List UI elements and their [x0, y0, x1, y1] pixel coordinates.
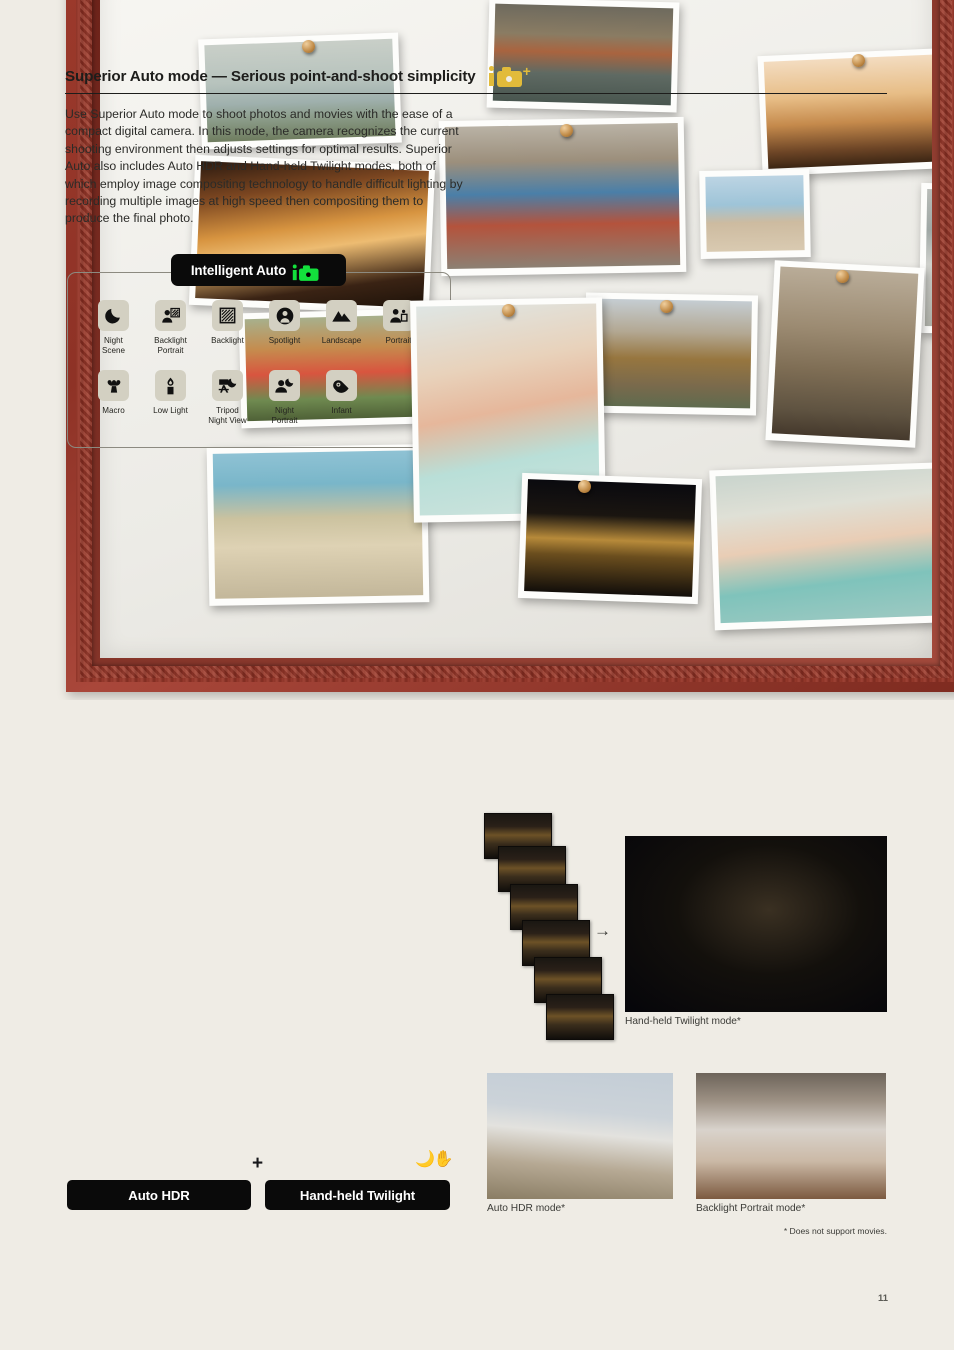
- scene-label: Portrait: [385, 336, 412, 345]
- pushpin: [852, 54, 865, 67]
- hand-held-twilight-label: Hand-held Twilight: [299, 1187, 416, 1203]
- scene-label: Low Light: [153, 406, 188, 415]
- auto-hdr-button[interactable]: Auto HDR: [67, 1180, 251, 1210]
- pushpin: [302, 40, 315, 53]
- scene-label: Infant: [331, 406, 352, 415]
- intelligent-auto-badge-label: Intelligent Auto: [190, 262, 287, 278]
- photo-image: [444, 122, 681, 270]
- hand-held-twilight-caption: Hand-held Twilight mode*: [625, 1016, 741, 1027]
- scene-backlight-portrait: Backlight Portrait: [142, 300, 199, 356]
- scene-row-1: Night Scene Backlight Portrait Backlight…: [85, 300, 435, 356]
- intelligent-auto-icon: +: [292, 263, 319, 281]
- page-number: 11: [878, 1292, 888, 1303]
- moon-hand-icon: 🌙✋: [415, 1151, 454, 1168]
- backlight-portrait-icon: [155, 300, 186, 331]
- spotlight-icon: [269, 300, 300, 331]
- scene-backlight: Backlight: [199, 300, 256, 356]
- photo-image: [705, 175, 805, 252]
- scene-night-scene: Night Scene: [85, 300, 142, 356]
- photo-tuk-tuk-street-market: [438, 116, 687, 277]
- photo-image: [524, 479, 696, 597]
- photo-image: [492, 3, 674, 106]
- photo-longtail-boats: [486, 0, 680, 113]
- moon-icon: [98, 300, 129, 331]
- mountains-icon: [326, 300, 357, 331]
- scene-row-2: Macro Low Light Tripod Night View Night …: [85, 370, 435, 426]
- section-heading: Superior Auto mode — Serious point-and-s…: [65, 64, 887, 88]
- plus-symbol: +: [252, 1153, 264, 1174]
- scene-label: Spotlight: [268, 336, 301, 345]
- scene-label: Backlight Portrait: [154, 336, 187, 355]
- infant-icon: [326, 370, 357, 401]
- backlight-icon: [212, 300, 243, 331]
- auto-hdr-sample-image: [487, 1073, 673, 1199]
- tripod-moon-icon: [212, 370, 243, 401]
- scene-landscape: Landscape: [313, 300, 370, 356]
- pushpin: [502, 304, 515, 317]
- hand-held-twilight-sample-image: [625, 836, 887, 1012]
- scene-macro: Macro: [85, 370, 142, 426]
- scene-low-light: Low Light: [142, 370, 199, 426]
- photo-tropical-beach-crowd: [206, 444, 430, 606]
- photo-group-selfie-three-people: [709, 461, 932, 631]
- photo-horse-rider-on-beach: [699, 169, 811, 259]
- photo-image: [715, 467, 932, 624]
- scene-tripod-night-view: Tripod Night View: [199, 370, 256, 426]
- footnote: * Does not support movies.: [783, 1226, 887, 1236]
- brochure-page: Superior Auto mode — Serious point-and-s…: [0, 0, 954, 1350]
- intelligent-auto-badge: Intelligent Auto +: [171, 254, 346, 286]
- scene-label: Night Scene: [102, 336, 125, 355]
- auto-hdr-caption: Auto HDR mode*: [487, 1203, 566, 1214]
- intelligent-auto-plus-icon: +: [488, 64, 536, 88]
- scene-night-portrait: Night Portrait: [256, 370, 313, 426]
- scene-label: Night Portrait: [271, 406, 298, 425]
- photo-image: [590, 298, 752, 409]
- scene-label: Landscape: [321, 336, 362, 345]
- photo-wat-arun-night: [517, 472, 703, 605]
- scene-label: Tripod Night View: [208, 406, 247, 425]
- backlight-portrait-caption: Backlight Portrait mode*: [696, 1203, 806, 1214]
- pushpin: [578, 480, 591, 493]
- photo-image: [771, 266, 919, 441]
- photo-image: [212, 450, 424, 599]
- scene-label: Macro: [102, 406, 125, 415]
- person-moon-icon: [269, 370, 300, 401]
- burst-frame: [546, 994, 614, 1040]
- pushpin: [560, 124, 573, 137]
- page-title: Superior Auto mode — Serious point-and-s…: [65, 67, 476, 85]
- hand-held-twilight-button[interactable]: Hand-held Twilight: [265, 1180, 450, 1210]
- scene-spotlight: Spotlight: [256, 300, 313, 356]
- backlight-portrait-sample-image: [696, 1073, 886, 1199]
- pushpin: [660, 300, 673, 313]
- body-paragraph: Use Superior Auto mode to shoot photos a…: [65, 107, 463, 226]
- heading-divider: [65, 93, 887, 94]
- photo-image: [924, 188, 932, 329]
- scene-recognition-grid: Night Scene Backlight Portrait Backlight…: [85, 300, 435, 426]
- pushpin: [836, 270, 849, 283]
- flower-icon: [98, 370, 129, 401]
- candle-icon: [155, 370, 186, 401]
- photo-carved-temple-detail: [765, 260, 925, 448]
- scene-label: Backlight: [211, 336, 244, 345]
- auto-hdr-label: Auto HDR: [128, 1187, 190, 1203]
- scene-infant: Infant: [313, 370, 370, 426]
- arrow-right-icon: →: [594, 921, 611, 940]
